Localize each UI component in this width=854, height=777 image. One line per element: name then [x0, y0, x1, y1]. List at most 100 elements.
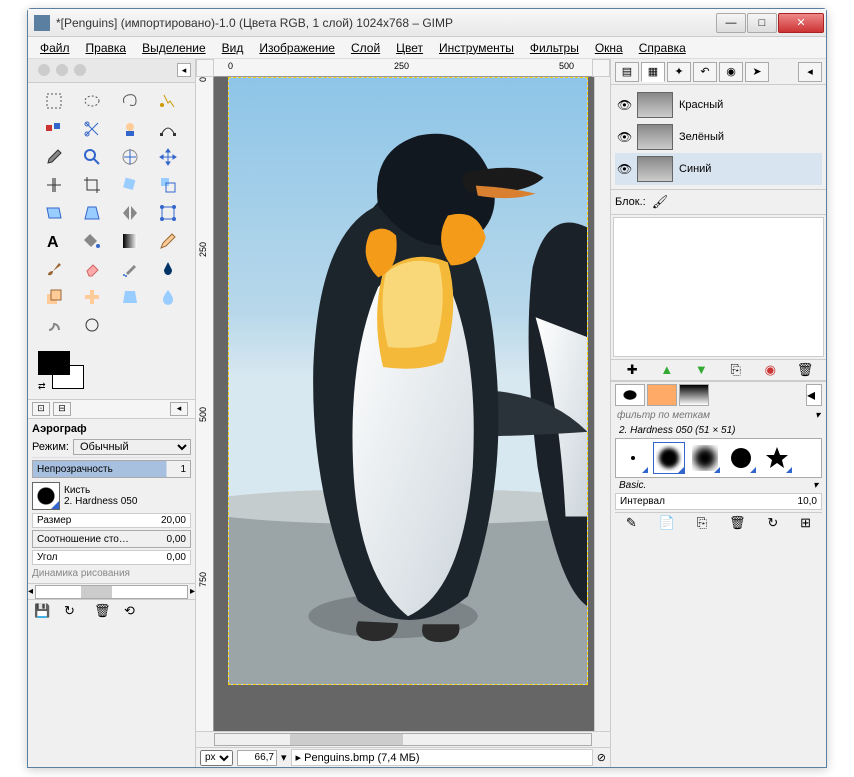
menu-filters[interactable]: Фильтры	[522, 39, 587, 57]
ruler-corner[interactable]	[196, 59, 214, 77]
tool-ink[interactable]	[152, 257, 184, 281]
opacity-slider[interactable]: Непрозрачность 1	[32, 460, 191, 478]
save-preset-icon[interactable]: 💾	[34, 603, 50, 619]
close-button[interactable]: ✕	[778, 13, 824, 33]
canvas-area[interactable]	[214, 77, 594, 731]
raise-channel-icon[interactable]: ▲	[659, 362, 675, 378]
delete-channel-icon[interactable]: 🗑	[797, 362, 813, 378]
tool-flip[interactable]	[114, 201, 146, 225]
device-status-tab[interactable]: ⊟	[53, 402, 71, 416]
unit-select[interactable]: px	[200, 750, 233, 766]
tool-free-select[interactable]	[114, 89, 146, 113]
tool-blur[interactable]	[152, 285, 184, 309]
brush-item[interactable]	[690, 443, 720, 473]
tool-crop[interactable]	[76, 173, 108, 197]
menu-tools[interactable]: Инструменты	[431, 39, 522, 57]
open-as-image-icon[interactable]: ⊞	[800, 515, 811, 531]
tool-smudge[interactable]	[38, 313, 70, 337]
quickmask-toggle[interactable]	[592, 59, 610, 77]
new-channel-icon[interactable]: ✚	[624, 362, 640, 378]
lock-pixels-icon[interactable]: 🖌	[652, 194, 668, 210]
vertical-scrollbar[interactable]	[594, 77, 610, 731]
channel-to-selection-icon[interactable]: ◉	[762, 362, 778, 378]
brush-filter-input[interactable]	[617, 410, 815, 421]
menu-file[interactable]: Файл	[32, 39, 78, 57]
tool-eraser[interactable]	[76, 257, 108, 281]
zoom-field[interactable]	[237, 750, 277, 766]
eye-icon[interactable]: 👁	[617, 98, 631, 112]
tool-perspective[interactable]	[76, 201, 108, 225]
menu-layer[interactable]: Слой	[343, 39, 388, 57]
menu-select[interactable]: Выделение	[134, 39, 214, 57]
menu-image[interactable]: Изображение	[251, 39, 343, 57]
delete-preset-icon[interactable]: 🗑	[94, 603, 110, 619]
menu-view[interactable]: Вид	[214, 39, 252, 57]
filter-dropdown-icon[interactable]: ▾	[815, 410, 820, 421]
brush-interval-field[interactable]: Интервал10,0	[615, 493, 822, 510]
tool-heal[interactable]	[76, 285, 108, 309]
brush-dock-menu[interactable]: ◂	[806, 384, 822, 406]
eye-icon[interactable]: 👁	[617, 130, 631, 144]
channel-green[interactable]: 👁 Зелёный	[615, 121, 822, 153]
dock-menu-button[interactable]: ◂	[177, 63, 191, 77]
duplicate-brush-icon[interactable]: ⎘	[697, 515, 707, 531]
tool-foreground-select[interactable]	[114, 117, 146, 141]
tool-shear[interactable]	[38, 201, 70, 225]
tool-airbrush[interactable]	[114, 257, 146, 281]
gradients-tab[interactable]	[679, 384, 709, 406]
tool-paintbrush[interactable]	[38, 257, 70, 281]
channel-blue[interactable]: 👁 Синий	[615, 153, 822, 185]
tool-text[interactable]: A	[38, 229, 70, 253]
brush-item[interactable]	[762, 443, 792, 473]
tool-options-menu-button[interactable]: ◂	[170, 402, 188, 416]
tool-color-picker[interactable]	[38, 145, 70, 169]
fg-color-swatch[interactable]	[38, 351, 70, 375]
tool-fuzzy-select[interactable]	[152, 89, 184, 113]
mode-select[interactable]: Обычный	[73, 439, 191, 455]
tool-scissors[interactable]	[76, 117, 108, 141]
menu-colors[interactable]: Цвет	[388, 39, 431, 57]
tool-align[interactable]	[38, 173, 70, 197]
reset-preset-icon[interactable]: ⟲	[124, 603, 140, 619]
tool-options-tab[interactable]: ⊡	[32, 402, 50, 416]
delete-brush-icon[interactable]: 🗑	[729, 515, 746, 531]
channel-red[interactable]: 👁 Красный	[615, 89, 822, 121]
tool-perspective-clone[interactable]	[114, 285, 146, 309]
size-field[interactable]: Размер20,00	[32, 513, 191, 528]
tool-measure[interactable]	[114, 145, 146, 169]
brush-preview[interactable]	[32, 482, 60, 510]
eye-icon[interactable]: 👁	[617, 162, 631, 176]
histogram-tab[interactable]: ◉	[719, 62, 743, 82]
brush-item[interactable]	[654, 443, 684, 473]
undo-tab[interactable]: ↶	[693, 62, 717, 82]
tool-blend[interactable]	[114, 229, 146, 253]
angle-field[interactable]: Угол0,00	[32, 550, 191, 565]
channels-tab[interactable]: ▦	[641, 62, 665, 82]
color-swatches[interactable]: ⇄	[38, 351, 98, 391]
tool-rotate[interactable]	[114, 173, 146, 197]
menu-help[interactable]: Справка	[631, 39, 694, 57]
menu-edit[interactable]: Правка	[78, 39, 135, 57]
refresh-brush-icon[interactable]: ↻	[767, 515, 778, 531]
menu-windows[interactable]: Окна	[587, 39, 631, 57]
tool-scale[interactable]	[152, 173, 184, 197]
titlebar[interactable]: *[Penguins] (импортировано)-1.0 (Цвета R…	[28, 9, 826, 37]
tool-dodge[interactable]	[76, 313, 108, 337]
new-brush-icon[interactable]: 📄	[659, 515, 675, 531]
pointer-tab[interactable]: ➤	[745, 62, 769, 82]
tool-clone[interactable]	[38, 285, 70, 309]
tool-ellipse-select[interactable]	[76, 89, 108, 113]
tool-pencil[interactable]	[152, 229, 184, 253]
aspect-slider[interactable]: Соотношение сто…0,00	[32, 530, 191, 548]
vertical-ruler[interactable]: 0 250 500 750	[196, 77, 214, 731]
edit-brush-icon[interactable]: ✎	[626, 515, 637, 531]
image-canvas[interactable]	[228, 77, 588, 685]
swap-colors-icon[interactable]: ⇄	[38, 381, 48, 391]
patterns-tab[interactable]	[647, 384, 677, 406]
empty-list-area[interactable]	[613, 217, 824, 357]
tool-paths[interactable]	[152, 117, 184, 141]
tool-opts-scrollbar[interactable]: ◂▸	[28, 583, 195, 599]
restore-preset-icon[interactable]: ↻	[64, 603, 80, 619]
minimize-button[interactable]: —	[716, 13, 746, 33]
lower-channel-icon[interactable]: ▼	[693, 362, 709, 378]
